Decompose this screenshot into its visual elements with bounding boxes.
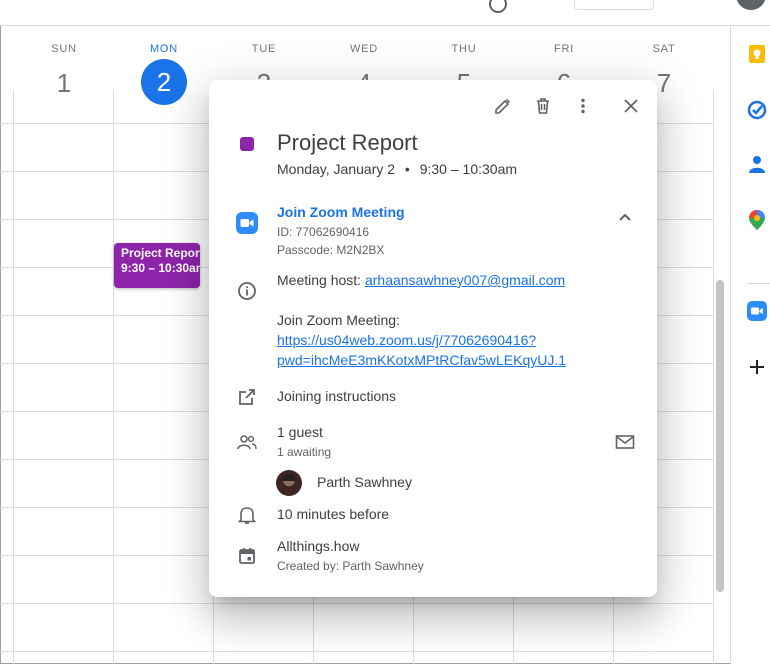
meeting-host-label: Meeting host: [277,272,362,288]
day-name: WED [349,43,379,55]
reminder-text: 10 minutes before [277,506,390,522]
join-zoom-label[interactable]: Join Zoom Meeting [277,204,405,220]
info-icon [235,279,259,303]
scrollbar[interactable] [716,280,724,592]
zoom-icon[interactable] [743,297,770,325]
event-chip[interactable]: Project Report 9:30 – 10:30am [114,243,200,288]
day-name: MON [149,43,179,55]
grid-line [113,90,114,664]
day-name: THU [451,43,477,55]
open-external-icon [235,385,259,409]
top-bar [0,0,770,26]
help-icon[interactable] [488,0,508,14]
zoom-url-link-line2[interactable]: pwd=ihcMeE3mKKotxMPtRCfav5wLEKqyUJ.1 [277,352,566,368]
guest-count: 1 guest [277,424,323,440]
email-guests-button[interactable] [611,428,639,456]
host-email-link[interactable]: arhaansawhney007@gmail.com [365,272,565,288]
day-header-mon[interactable]: MON 2 [114,26,214,124]
mail-icon [615,435,635,449]
event-datetime: Monday, January 2 • 9:30 – 10:30am [277,161,517,177]
event-color-swatch [240,137,254,151]
delete-button[interactable] [529,92,557,120]
meeting-passcode: Passcode: M2N2BX [277,243,385,257]
edit-button[interactable] [489,92,517,120]
side-panel [730,26,770,664]
day-name: SAT [652,43,676,55]
event-time: 9:30 – 10:30am [419,161,518,177]
tasks-icon[interactable] [743,96,770,124]
account-avatar[interactable] [736,0,766,10]
day-name: SUN [51,43,77,55]
day-header-sun[interactable]: SUN 1 [14,26,114,124]
grid-line [13,90,14,664]
pencil-icon [495,98,511,114]
calendar-icon [235,544,259,568]
join-zoom-link[interactable]: Join Zoom Meeting [277,204,405,220]
guest-name[interactable]: Parth Sawhney [317,474,412,490]
meeting-host-line: Meeting host: arhaansawhney007@gmail.com [277,272,565,288]
join-meeting-heading: Join Zoom Meeting: [277,312,400,328]
contacts-icon[interactable] [743,150,770,178]
joining-instructions-link[interactable]: Joining instructions [277,388,396,404]
event-date: Monday, January 2 [277,161,396,177]
grid-line [713,90,714,664]
view-selector[interactable] [574,0,654,10]
grid-line [0,651,714,652]
trash-icon [537,98,549,114]
zoom-url-link-line1[interactable]: https://us04web.zoom.us/j/77062690416? [277,332,536,348]
meeting-id: ID: 77062690416 [277,225,370,239]
zoom-conference-icon [235,211,259,235]
calendar-name: Allthings.how [277,538,360,554]
people-icon [235,430,259,454]
event-chip-time: 9:30 – 10:30am [121,261,200,275]
separator-dot: • [404,161,410,177]
keep-icon[interactable] [743,40,770,68]
guest-avatar[interactable] [276,470,302,496]
grid-line [0,603,714,604]
created-by: Created by: Parth Sawhney [277,559,424,573]
more-vert-icon [581,98,585,114]
add-icon[interactable] [743,353,770,381]
maps-icon[interactable] [743,206,770,234]
guest-status: 1 awaiting [277,445,332,459]
event-title: Project Report [277,130,418,155]
day-number[interactable]: 1 [14,61,114,105]
bell-icon [235,503,259,527]
close-button[interactable] [617,92,645,120]
collapse-button[interactable] [611,203,639,231]
event-chip-title: Project Report [121,246,200,260]
more-options-button[interactable] [569,92,597,120]
day-name: FRI [553,43,575,55]
today-date[interactable]: 2 [141,59,187,105]
day-name: TUE [251,43,277,55]
side-panel-divider [747,283,770,284]
close-icon [624,99,638,113]
chevron-up-icon [619,213,631,221]
event-details-popup: Project Report Monday, January 2 • 9:30 … [209,80,657,597]
